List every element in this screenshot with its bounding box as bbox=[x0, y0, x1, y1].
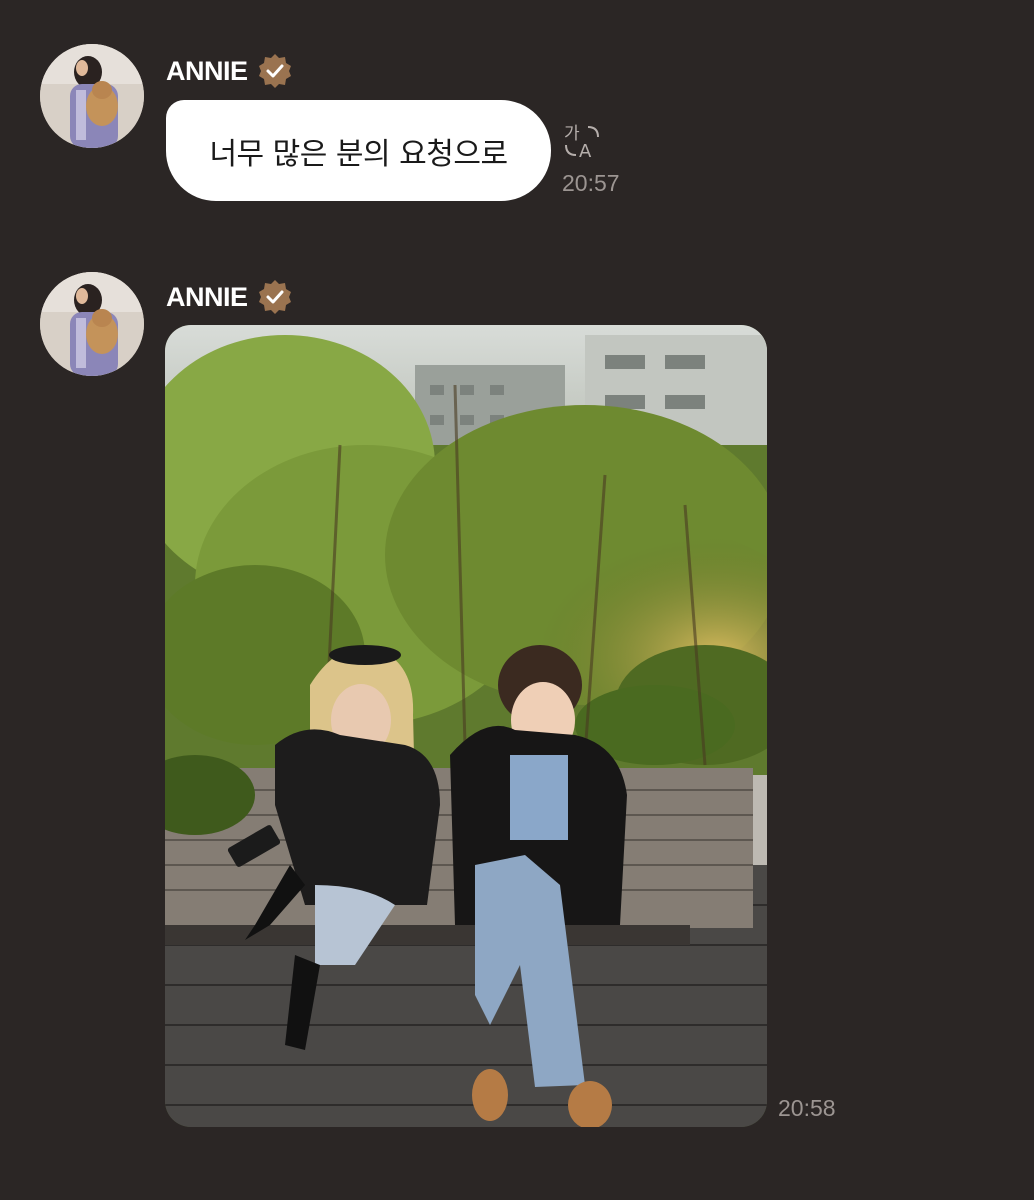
message-photo[interactable] bbox=[165, 325, 767, 1127]
avatar-image bbox=[40, 44, 144, 148]
sender-header: ANNIE bbox=[166, 277, 294, 317]
photo-image bbox=[165, 325, 767, 1127]
sender-name: ANNIE bbox=[166, 281, 248, 312]
message-time: 20:57 bbox=[562, 170, 620, 196]
svg-text:가: 가 bbox=[564, 124, 580, 144]
message-bubble[interactable]: 너무 많은 분의 요청으로 bbox=[166, 100, 551, 201]
avatar-image bbox=[40, 272, 144, 376]
sender-name: ANNIE bbox=[166, 55, 248, 86]
svg-text:A: A bbox=[579, 141, 592, 161]
translate-icon[interactable]: 가 A bbox=[562, 121, 602, 161]
verified-badge-icon bbox=[256, 278, 294, 316]
avatar[interactable] bbox=[40, 44, 144, 148]
message-text: 너무 많은 분의 요청으로 bbox=[209, 136, 508, 172]
message-time: 20:58 bbox=[778, 1095, 836, 1121]
verified-badge-icon bbox=[256, 52, 294, 90]
sender-header: ANNIE bbox=[166, 51, 294, 91]
avatar[interactable] bbox=[40, 272, 144, 376]
